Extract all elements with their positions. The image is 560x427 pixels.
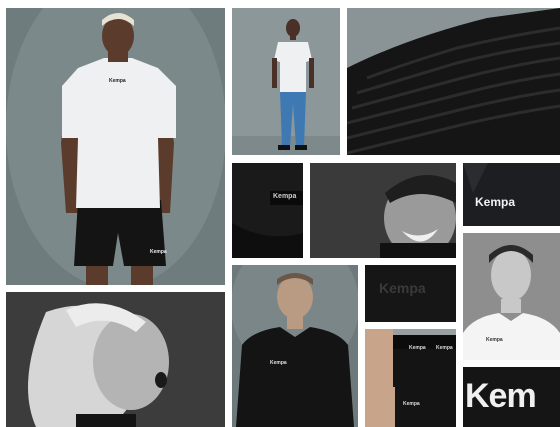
photo-sleeve-patch[interactable]: Kempa (232, 163, 303, 258)
photo-polo-chest[interactable]: Kempa (463, 163, 560, 226)
photo-big-logo[interactable]: Kem (463, 367, 560, 427)
photo-woman-shirt-jeans[interactable] (232, 8, 340, 155)
big-logo-text: Kem (465, 377, 537, 415)
photo-shorts-waistband[interactable]: Kempa Kempa Kempa (365, 329, 456, 427)
photo-player-tshirt[interactable]: Kempa Kempa (6, 8, 225, 285)
photo-man-polo[interactable]: Kempa (232, 265, 358, 427)
shorts-logo: Kempa (150, 249, 167, 255)
polo-logo: Kempa (475, 195, 516, 209)
man-portrait-image (463, 233, 560, 360)
man-laughing-image (310, 163, 456, 258)
photo-woman-shouting[interactable] (6, 292, 225, 427)
polo-chest-logo: Kempa (270, 360, 287, 366)
fabric-waistband-image (347, 8, 560, 155)
woman-shouting-image (6, 292, 225, 427)
portrait-shirt-logo: Kempa (486, 337, 503, 343)
shorts-leg-logo: Kempa (403, 401, 420, 407)
tonal-logo-text: Kempa (379, 280, 426, 296)
waistband-logo-left: Kempa (409, 345, 426, 351)
sleeve-logo: Kempa (273, 193, 297, 200)
photo-fabric-waistband[interactable] (347, 8, 560, 155)
photo-man-laughing[interactable] (310, 163, 456, 258)
photo-man-portrait[interactable]: Kempa (463, 233, 560, 360)
sleeve-patch-image (232, 163, 303, 258)
player-tshirt-image (6, 8, 225, 285)
shorts-waistband-image (365, 329, 456, 427)
tshirt-chest-logo: Kempa (109, 78, 126, 84)
man-polo-image (232, 265, 358, 427)
waistband-logo-right: Kempa (436, 345, 453, 351)
woman-shirt-jeans-image (232, 8, 340, 155)
photo-tonal-logo[interactable]: Kempa (365, 265, 456, 322)
